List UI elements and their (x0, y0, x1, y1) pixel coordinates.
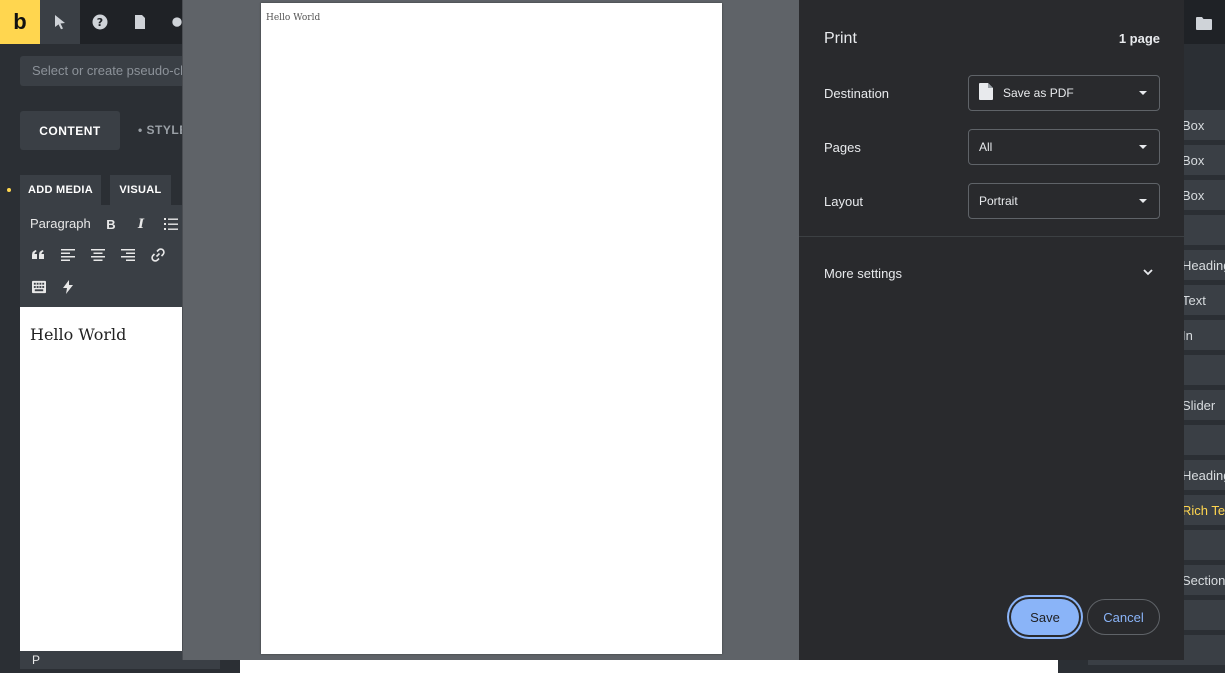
chevron-down-icon[interactable] (1142, 266, 1154, 278)
builder-logo[interactable]: b (0, 0, 40, 44)
preview-page: Hello World (261, 3, 722, 654)
element-list-item-label: Text (1182, 292, 1206, 308)
list-button[interactable] (164, 217, 178, 231)
italic-button[interactable]: I (134, 216, 148, 232)
keyboard-icon (31, 280, 46, 293)
destination-label: Destination (824, 86, 890, 101)
canvas-area (240, 660, 1058, 673)
toolbar-toggle-button[interactable] (31, 280, 46, 293)
pseudo-class-input[interactable]: Select or create pseudo-class (20, 56, 190, 86)
add-media-button[interactable]: ADD MEDIA (20, 175, 101, 205)
bold-icon: B (106, 216, 116, 232)
more-settings-toggle[interactable]: More settings (824, 266, 902, 281)
svg-text:?: ? (97, 16, 103, 29)
element-list-item-label: Section (1182, 572, 1225, 588)
align-center-icon (91, 249, 105, 261)
layout-select[interactable]: Portrait (968, 183, 1160, 219)
modified-indicator (7, 188, 11, 192)
preview-page-text: Hello World (266, 13, 321, 23)
tab-style[interactable]: • STYLE (138, 123, 188, 137)
help-icon: ? (92, 14, 108, 30)
element-list-item-label: Box (1182, 152, 1205, 168)
pages-select[interactable]: All (968, 129, 1160, 165)
print-title: Print (824, 30, 857, 47)
element-list-item-label: Slider (1182, 397, 1216, 413)
align-right-button[interactable] (121, 248, 135, 262)
pages-label: Pages (824, 140, 861, 155)
print-dialog: Hello World Print 1 page Destination Sav… (182, 0, 1184, 660)
align-center-button[interactable] (91, 248, 105, 262)
pages-button[interactable] (120, 0, 160, 44)
element-list-item-label: Box (1182, 187, 1205, 203)
destination-select[interactable]: Save as PDF (968, 75, 1160, 111)
destination-value: Save as PDF (1003, 86, 1074, 100)
bullet-list-icon (164, 218, 178, 230)
editor-content: Hello World (30, 325, 127, 344)
element-list-item-label: Heading (1182, 467, 1225, 483)
clock-icon (172, 17, 182, 27)
dynamic-data-button[interactable] (62, 280, 74, 294)
layout-value: Portrait (979, 194, 1018, 208)
align-right-icon (121, 249, 135, 261)
rich-text-editor[interactable]: Hello World (20, 307, 182, 651)
cursor-icon (55, 15, 65, 30)
settings-divider (799, 236, 1184, 237)
italic-icon: I (137, 216, 145, 232)
align-left-icon (61, 249, 75, 261)
lightning-icon (63, 280, 73, 294)
save-button[interactable]: Save (1011, 599, 1079, 635)
quote-icon (32, 250, 44, 259)
bold-button[interactable]: B (104, 216, 118, 232)
link-icon (151, 248, 165, 262)
document-icon (979, 82, 993, 100)
history-button[interactable] (160, 0, 182, 44)
help-button[interactable]: ? (80, 0, 120, 44)
pages-value: All (979, 140, 993, 154)
align-left-button[interactable] (61, 248, 75, 262)
tab-visual[interactable]: VISUAL (110, 175, 171, 205)
cancel-button[interactable]: Cancel (1087, 599, 1160, 635)
folder-icon[interactable] (1196, 16, 1212, 30)
element-list-item-label: Heading (1182, 257, 1225, 273)
element-list-item-label: Rich Text (1182, 502, 1225, 518)
blockquote-button[interactable] (31, 248, 45, 262)
dropdown-arrow-icon (1139, 91, 1147, 95)
element-list-item-label: Box (1182, 117, 1205, 133)
link-button[interactable] (151, 248, 165, 262)
print-settings-panel: Print 1 page Destination Save as PDF Pag… (799, 0, 1184, 660)
select-tool-button[interactable] (40, 0, 80, 44)
page-count: 1 page (1118, 31, 1160, 46)
dropdown-arrow-icon (1139, 145, 1147, 149)
format-select[interactable]: Paragraph (30, 216, 91, 231)
layout-label: Layout (824, 194, 864, 209)
dropdown-arrow-icon (1139, 199, 1147, 203)
tab-content[interactable]: CONTENT (20, 111, 120, 150)
page-icon (135, 15, 145, 29)
print-preview: Hello World (183, 0, 799, 660)
